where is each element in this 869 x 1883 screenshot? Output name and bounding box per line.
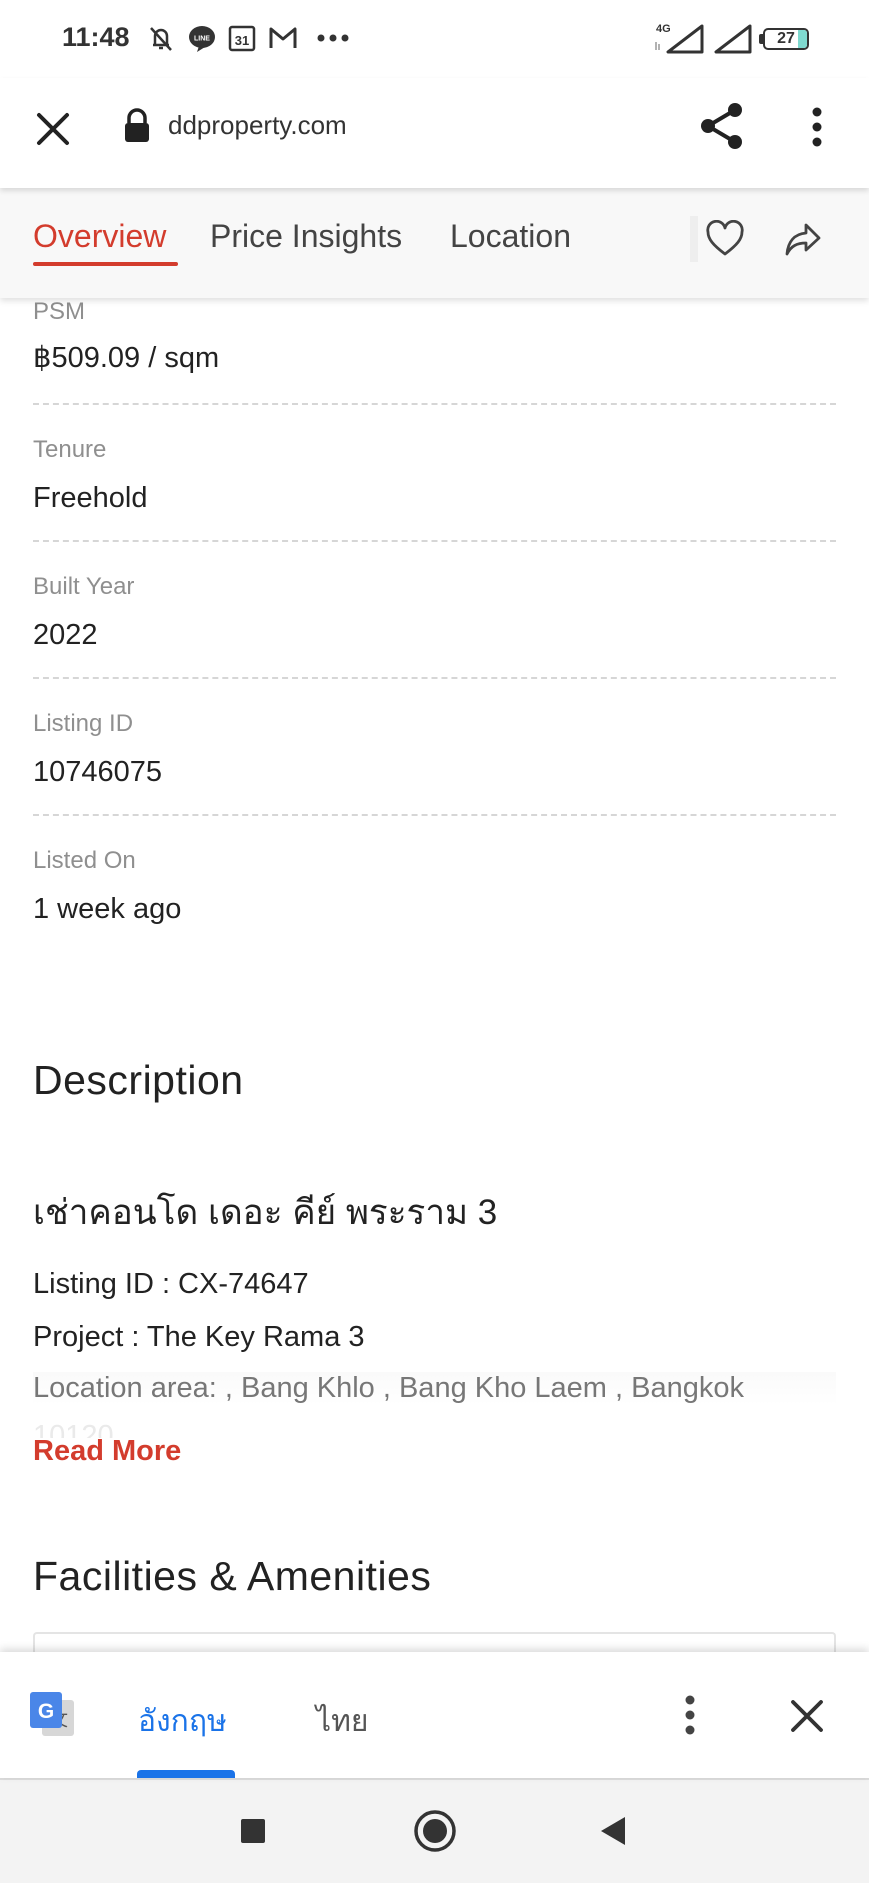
- divider: [33, 403, 836, 405]
- detail-listed-on: Listed On 1 week ago: [33, 847, 836, 926]
- detail-psm: PSM ฿509.09 / sqm: [33, 298, 836, 375]
- divider: [33, 677, 836, 679]
- detail-value: ฿509.09 / sqm: [33, 342, 220, 374]
- detail-label: Listed On: [33, 847, 136, 874]
- browser-menu-icon[interactable]: [802, 104, 832, 155]
- mute-icon: [145, 22, 177, 54]
- description-line-faded: Location area: , Bang Khlo , Bang Kho La…: [33, 1372, 836, 1405]
- detail-value: 10746075: [33, 756, 163, 788]
- signal-1-icon: 4G: [650, 22, 708, 54]
- share-icon[interactable]: [697, 100, 747, 157]
- heart-icon[interactable]: [705, 219, 745, 263]
- detail-value: 1 week ago: [33, 893, 182, 925]
- translate-bar: 文G อังกฤษ ไทย: [0, 1652, 869, 1778]
- translate-close-icon[interactable]: [785, 1694, 829, 1743]
- calendar-icon: 31: [226, 22, 258, 54]
- detail-value: 2022: [33, 619, 98, 651]
- translate-active-indicator: [137, 1770, 235, 1778]
- svg-text:31: 31: [235, 33, 249, 48]
- more-notifications-icon: [314, 22, 352, 54]
- battery-level: 27: [777, 30, 795, 47]
- translate-language-thai[interactable]: ไทย: [316, 1698, 368, 1745]
- description-line: Listing ID : CX-74647: [33, 1268, 309, 1300]
- detail-label: Listing ID: [33, 710, 134, 737]
- tab-divider: [690, 216, 698, 262]
- read-more-link[interactable]: Read More: [33, 1435, 181, 1468]
- recents-button-icon[interactable]: [228, 1806, 278, 1856]
- status-bar: 11:48 LINE 31 4G 27: [0, 0, 869, 78]
- tab-price-insights[interactable]: Price Insights: [210, 218, 402, 255]
- android-nav-bar: [0, 1778, 869, 1883]
- description-title: Description: [33, 1057, 244, 1103]
- forward-share-icon[interactable]: [783, 220, 823, 263]
- browser-toolbar: ddproperty.com: [0, 78, 869, 188]
- tab-location[interactable]: Location: [450, 218, 571, 255]
- detail-built-year: Built Year 2022: [33, 573, 836, 652]
- translate-language-english[interactable]: อังกฤษ: [138, 1698, 227, 1745]
- detail-listing-id: Listing ID 10746075: [33, 710, 836, 789]
- divider: [33, 814, 836, 816]
- detail-label: PSM: [33, 298, 86, 325]
- translate-menu-icon[interactable]: [675, 1692, 705, 1743]
- description-heading: เช่าคอนโด เดอะ คีย์ พระราม 3: [33, 1193, 498, 1232]
- svg-text:G: G: [38, 1700, 54, 1723]
- tab-active-indicator: [33, 262, 178, 266]
- google-translate-icon[interactable]: 文G: [28, 1690, 78, 1745]
- status-time: 11:48: [62, 22, 130, 52]
- url-text[interactable]: ddproperty.com: [168, 110, 347, 141]
- detail-tenure: Tenure Freehold: [33, 436, 836, 515]
- back-button-icon[interactable]: [588, 1806, 638, 1856]
- svg-text:LINE: LINE: [194, 36, 210, 43]
- detail-label: Built Year: [33, 573, 135, 600]
- home-button-icon[interactable]: [410, 1806, 460, 1856]
- tab-overview[interactable]: Overview: [33, 218, 166, 255]
- detail-label: Tenure: [33, 436, 107, 463]
- svg-text:4G: 4G: [656, 23, 671, 35]
- gmail-icon: [266, 22, 300, 54]
- battery-icon: 27: [763, 28, 809, 50]
- facilities-title: Facilities & Amenities: [33, 1553, 432, 1599]
- tab-bar: Overview Price Insights Location: [0, 188, 869, 298]
- lock-icon[interactable]: [122, 108, 152, 149]
- signal-2-icon: [712, 22, 754, 54]
- detail-value: Freehold: [33, 482, 148, 514]
- close-tab-icon[interactable]: [30, 106, 76, 157]
- description-line: Project : The Key Rama 3: [33, 1321, 365, 1353]
- divider: [33, 540, 836, 542]
- line-icon: LINE: [186, 22, 218, 54]
